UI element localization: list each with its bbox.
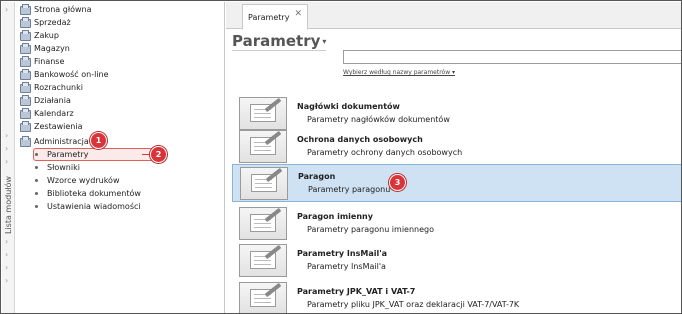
list-item[interactable]: Nagłówki dokumentów Parametry nagłówków … [232,95,681,131]
sidebar-subitem-wzorce-wydrukow[interactable]: Wzorce wydruków [35,174,119,187]
document-edit-icon [239,207,287,240]
step-badge-1: 1 [90,132,107,149]
strip-chevron-icon[interactable]: › [5,251,8,259]
strip-chevron-icon[interactable]: › [5,277,8,285]
chevron-down-icon: ▾ [452,69,456,76]
sidebar-item-dzialania[interactable]: Działania [19,94,71,107]
bullet-icon [35,166,38,169]
module-list-strip[interactable]: › › › › › › › › Lista modułów [2,2,15,313]
document-edit-icon [240,167,288,200]
sidebar-item-zakup[interactable]: Zakup [19,29,59,42]
strip-chevron-icon[interactable]: › [5,145,8,153]
page-title-text: Parametry [232,32,321,50]
strip-chevron-icon[interactable]: › [5,158,8,166]
list-item-desc: Parametry paragonu [308,185,391,194]
list-item[interactable]: Parametry JPK_VAT i VAT-7 Parametry plik… [232,280,681,313]
bank-icon [19,69,31,80]
app-window: › › › › › › › › Lista modułów Strona głó… [0,0,682,314]
list-item-title: Paragon [298,172,336,181]
module-list-label: Lista modułów [4,176,13,234]
tab-label: Parametry [248,12,290,22]
sidebar-subitem-parametry[interactable]: Parametry [33,148,159,161]
sidebar-item-finanse[interactable]: Finanse [19,55,64,68]
admin-icon [19,136,31,147]
sales-icon [19,17,31,28]
list-item-title: Nagłówki dokumentów [297,102,400,111]
list-item-title: Paragon imienny [297,212,373,221]
list-item-selected[interactable]: Paragon Parametry paragonu 3 [232,164,681,202]
sidebar-subitem-biblioteka-dokumentow[interactable]: Biblioteka dokumentów [35,187,141,200]
document-edit-icon [239,244,287,277]
home-icon [19,4,31,15]
search-mode-selector[interactable]: Wybierz według nazwy parametrów ▾ [343,69,455,76]
list-item[interactable]: Parametry InsMail'a Parametry InsMail'a [232,242,681,278]
list-item-desc: Parametry InsMail'a [307,262,386,271]
callout-line [142,154,150,155]
settlements-icon [19,82,31,93]
step-badge-3: 3 [389,174,406,191]
sidebar-nav: Strona główna Sprzedaż Zakup Magazyn Fin… [15,2,225,313]
search-hint-text: Wybierz według nazwy parametrów [343,69,451,76]
list-item-desc: Parametry pliku JPK_VAT oraz deklaracji … [307,300,520,309]
document-edit-icon [239,97,287,130]
actions-icon [19,95,31,106]
sidebar-subitem-slowniki[interactable]: Słowniki [35,161,80,174]
sidebar-item-zestawienia[interactable]: Zestawienia [19,120,83,133]
strip-chevron-icon[interactable]: › [5,6,8,14]
warehouse-icon [19,43,31,54]
list-item[interactable]: Paragon imienny Parametry paragonu imien… [232,205,681,241]
sidebar-item-magazyn[interactable]: Magazyn [19,42,70,55]
main-panel: Parametry ✕ Parametry ▾ Wybierz według n… [226,2,681,313]
list-item-desc: Parametry ochrony danych osobowych [307,148,463,157]
list-item[interactable]: Ochrona danych osobowych Parametry ochro… [232,128,681,164]
sidebar-item-rozrachunki[interactable]: Rozrachunki [19,81,83,94]
bullet-icon [35,179,38,182]
search-input[interactable] [343,50,681,64]
list-item-title: Parametry InsMail'a [297,249,388,258]
sidebar-item-sprzedaz[interactable]: Sprzedaż [19,16,71,29]
tab-bar: Parametry ✕ [226,2,681,30]
page-title[interactable]: Parametry ▾ [232,32,327,51]
step-badge-2: 2 [150,146,167,163]
close-icon[interactable]: ✕ [294,9,302,19]
document-edit-icon [239,130,287,163]
bullet-icon [35,192,38,195]
list-item-desc: Parametry nagłówków dokumentów [307,115,450,124]
strip-chevron-icon[interactable]: › [5,132,8,140]
sidebar-item-administracja[interactable]: Administracja [19,135,89,148]
finance-icon [19,56,31,67]
calendar-icon [19,108,31,119]
list-item-title: Parametry JPK_VAT i VAT-7 [297,287,416,296]
bullet-icon [35,205,38,208]
strip-chevron-icon[interactable]: › [5,238,8,246]
document-edit-icon [239,282,287,313]
strip-chevron-icon[interactable]: › [5,264,8,272]
tab-parametry[interactable]: Parametry ✕ [242,4,308,30]
sidebar-item-strona-glowna[interactable]: Strona główna [19,3,92,16]
sidebar-subitem-ustawienia-wiadomosci[interactable]: Ustawienia wiadomości [35,200,141,213]
sidebar-item-kalendarz[interactable]: Kalendarz [19,107,74,120]
list-item-title: Ochrona danych osobowych [297,135,423,144]
bullet-icon [35,153,38,156]
reports-icon [19,121,31,132]
list-item-desc: Parametry paragonu imiennego [307,225,434,234]
sidebar-item-bankowosc[interactable]: Bankowość on-line [19,68,109,81]
purchase-icon [19,30,31,41]
chevron-down-icon: ▾ [322,36,327,46]
